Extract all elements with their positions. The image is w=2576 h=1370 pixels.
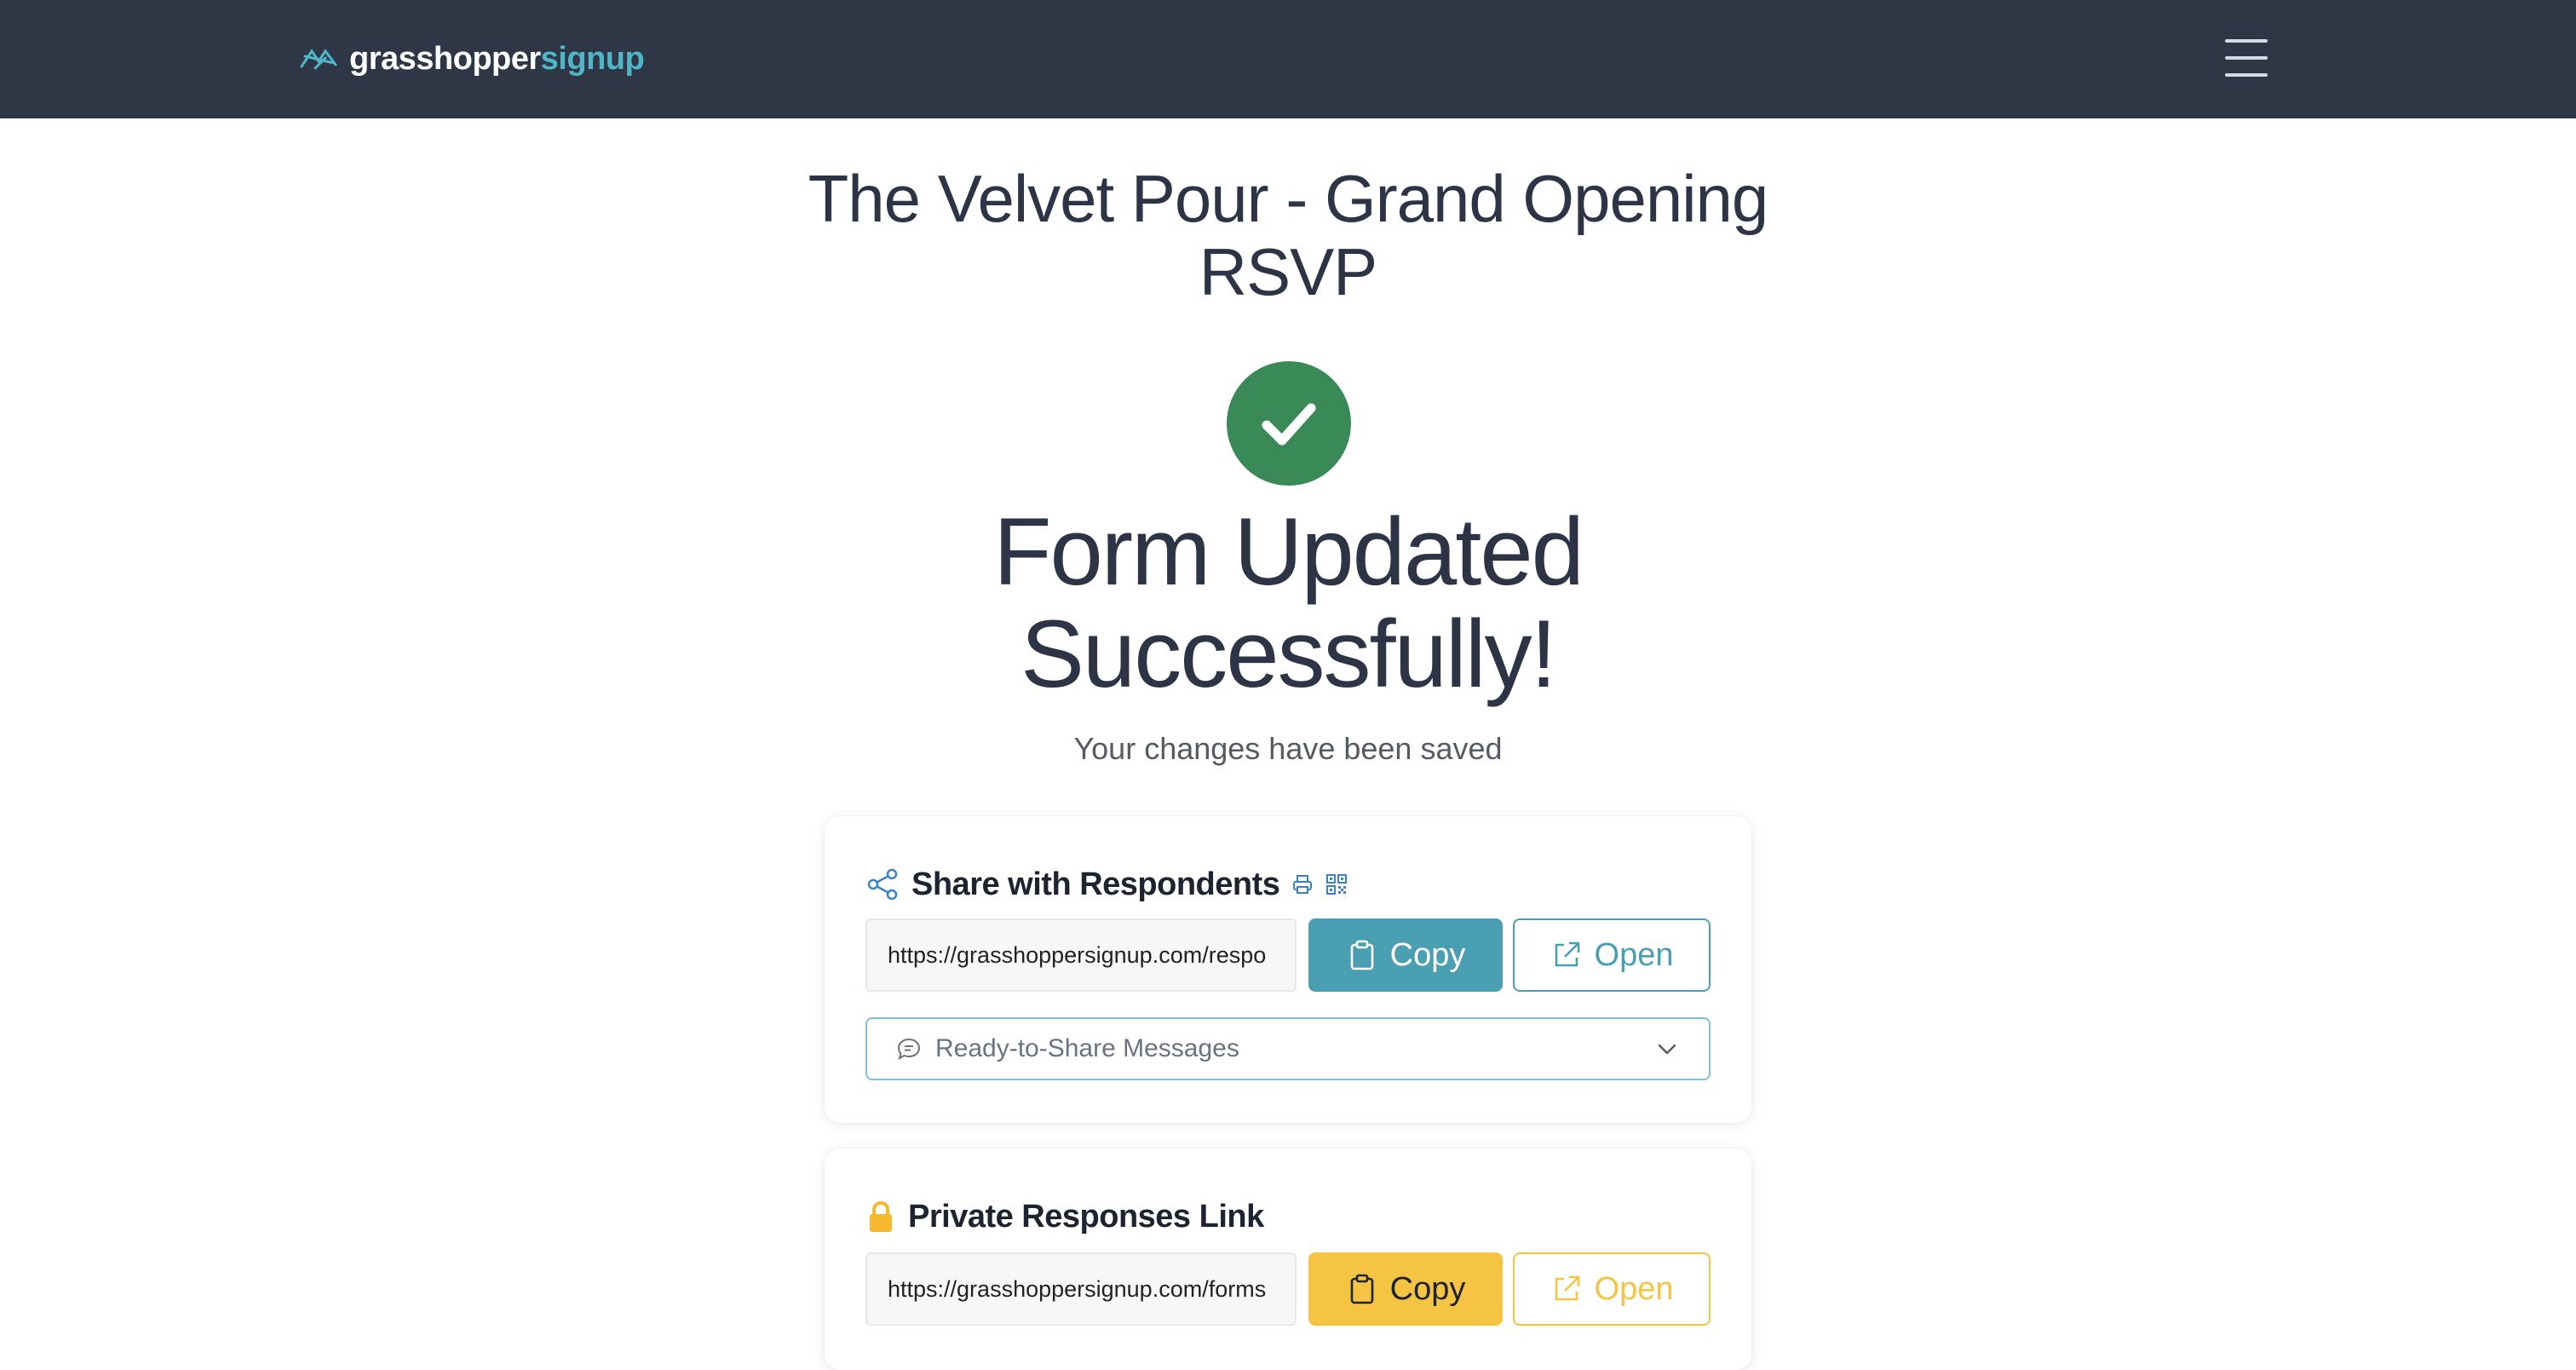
clipboard-icon <box>1350 940 1373 970</box>
qr-code-icon[interactable] <box>1325 873 1348 895</box>
print-icon[interactable] <box>1291 873 1314 895</box>
chat-bubble-icon <box>897 1038 921 1061</box>
ready-messages-dropdown[interactable]: Ready-to-Share Messages <box>865 1017 1711 1080</box>
logo-text-primary: grasshopper <box>349 40 541 77</box>
private-copy-button[interactable]: Copy <box>1308 1252 1503 1326</box>
checkmark-icon <box>1262 403 1316 446</box>
event-title: The Velvet Pour - Grand Opening RSVP <box>808 161 1769 309</box>
hamburger-menu-icon[interactable] <box>2225 39 2268 77</box>
private-card-title: Private Responses Link <box>908 1198 1264 1235</box>
private-copy-label: Copy <box>1389 1270 1466 1307</box>
share-open-button[interactable]: Open <box>1513 918 1711 992</box>
chevron-down-icon <box>1658 1044 1676 1055</box>
top-navbar: grasshoppersignup <box>0 0 2576 118</box>
success-subtitle: Your changes have been saved <box>1073 731 1503 766</box>
private-open-button[interactable]: Open <box>1513 1252 1711 1326</box>
external-link-icon <box>1555 1275 1579 1301</box>
brand-logo[interactable]: grasshoppersignup <box>300 36 645 82</box>
lock-icon <box>870 1200 892 1232</box>
logo-text-accent: signup <box>540 40 645 77</box>
share-card-header: Share with Respondents <box>865 859 1348 910</box>
private-responses-card: Private Responses Link Copy Open <box>825 1148 1751 1370</box>
private-open-label: Open <box>1594 1270 1674 1307</box>
share-icon <box>867 868 898 901</box>
grasshopper-logo-icon <box>300 49 337 70</box>
clipboard-icon <box>1350 1274 1373 1304</box>
ready-messages-label: Ready-to-Share Messages <box>935 1034 1239 1062</box>
share-copy-button[interactable]: Copy <box>1308 918 1503 992</box>
share-copy-label: Copy <box>1389 936 1466 973</box>
private-url-field[interactable] <box>865 1252 1297 1326</box>
success-title: Form Updated Successfully! <box>993 498 1584 707</box>
share-card-title: Share with Respondents <box>911 866 1280 902</box>
private-card-header: Private Responses Link <box>865 1191 1264 1242</box>
share-open-label: Open <box>1594 936 1674 973</box>
share-card: Share with Respondents Copy <box>825 816 1751 1123</box>
success-badge <box>1227 361 1351 486</box>
external-link-icon <box>1555 941 1579 967</box>
share-url-field[interactable] <box>865 918 1297 992</box>
